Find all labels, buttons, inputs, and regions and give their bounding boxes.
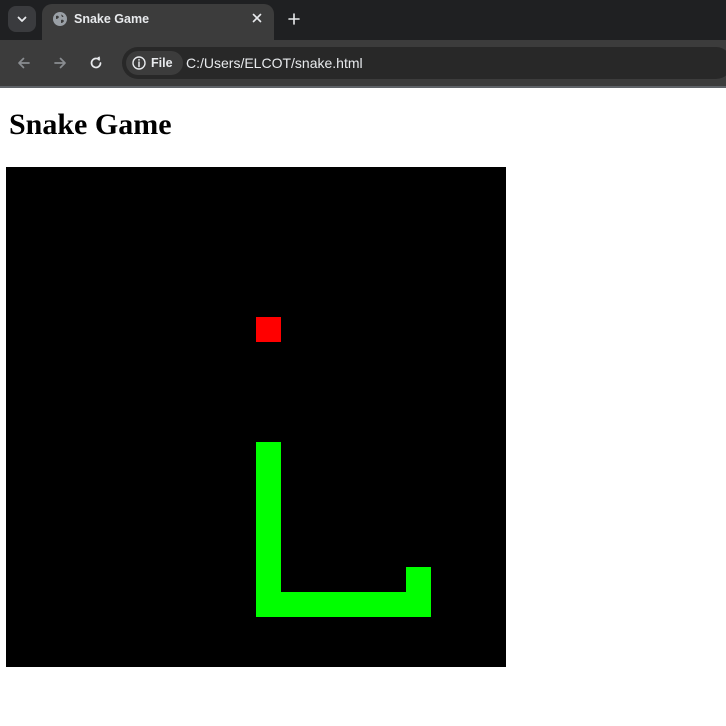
chevron-down-icon — [17, 16, 27, 22]
game-canvas[interactable] — [6, 167, 506, 667]
address-bar[interactable]: File C:/Users/ELCOT/snake.html — [122, 47, 726, 79]
reload-button[interactable] — [84, 51, 108, 75]
snake-segment — [256, 517, 281, 542]
snake-segment — [256, 567, 281, 592]
reload-icon — [90, 56, 102, 69]
snake-segment — [256, 542, 281, 567]
arrow-left-icon — [18, 57, 30, 69]
page-title: Snake Game — [9, 108, 172, 141]
snake-segment — [306, 592, 331, 617]
snake-segment — [256, 492, 281, 517]
url-text[interactable]: C:/Users/ELCOT/snake.html — [186, 54, 363, 72]
globe-icon — [53, 12, 67, 26]
info-icon — [132, 56, 146, 70]
plus-icon — [288, 13, 300, 25]
food-pellet — [256, 317, 281, 342]
back-button[interactable] — [12, 51, 36, 75]
close-icon — [252, 13, 262, 23]
arrow-right-icon — [54, 57, 66, 69]
forward-button[interactable] — [48, 51, 72, 75]
tab-strip: Snake Game — [0, 0, 726, 40]
tab-close-button[interactable] — [248, 9, 266, 27]
snake-segment — [256, 592, 281, 617]
snake-segment — [256, 467, 281, 492]
tab-title: Snake Game — [74, 12, 150, 26]
snake-segment — [256, 442, 281, 467]
site-info-label: File — [151, 56, 173, 70]
snake-segment — [381, 592, 406, 617]
snake-segment — [281, 592, 306, 617]
snake-head — [406, 567, 431, 592]
tab-snake-game[interactable]: Snake Game — [42, 4, 274, 40]
page-content: Snake Game — [0, 88, 726, 726]
new-tab-button[interactable] — [283, 8, 305, 30]
snake-segment — [406, 592, 431, 617]
browser-window: Snake Game File C:/Users/ELCOT/snake.htm… — [0, 0, 726, 726]
browser-toolbar: File C:/Users/ELCOT/snake.html — [0, 40, 726, 88]
tab-search-button[interactable] — [8, 6, 36, 32]
snake-segment — [356, 592, 381, 617]
site-info-button[interactable]: File — [126, 51, 183, 75]
snake-segment — [331, 592, 356, 617]
